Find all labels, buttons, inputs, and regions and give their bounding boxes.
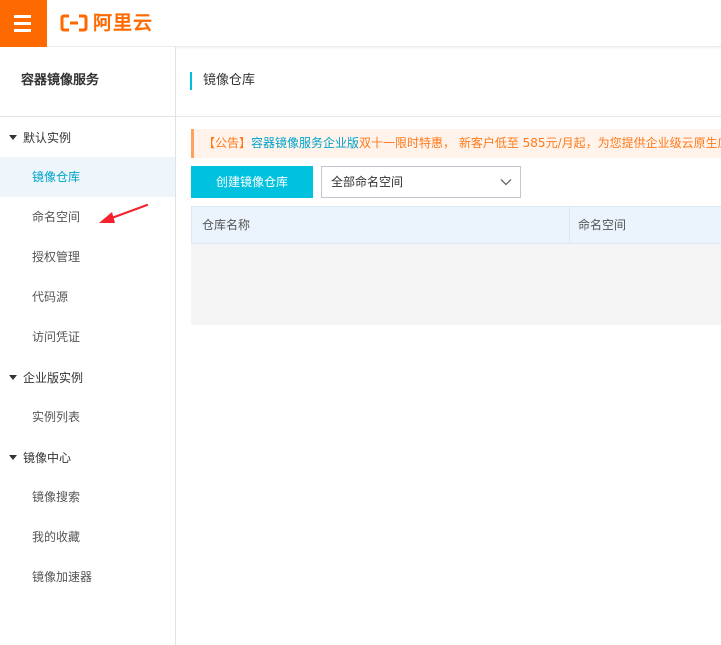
table-header: 仓库名称 命名空间 xyxy=(191,206,721,244)
hamburger-menu-button[interactable] xyxy=(0,0,47,47)
page-header: 镜像仓库 xyxy=(176,47,721,117)
aliyun-logo[interactable]: 阿里云 xyxy=(60,11,153,35)
menu-icon xyxy=(14,15,31,18)
page-title: 镜像仓库 xyxy=(203,73,256,88)
menu-icon-bar xyxy=(14,22,31,25)
notice-link[interactable]: 容器镜像服务企业版 xyxy=(251,136,359,150)
sidebar-item-authorization[interactable]: 授权管理 xyxy=(0,237,175,277)
main-content: 镜像仓库 【公告】容器镜像服务企业版双十一限时特惠， 新客户低至 585元/月起… xyxy=(176,47,721,645)
notice-prefix: 【公告】 xyxy=(203,136,252,150)
sidebar-item-repositories[interactable]: 镜像仓库 xyxy=(0,157,175,197)
column-header-namespace[interactable]: 命名空间 xyxy=(578,207,626,243)
caret-down-icon xyxy=(9,134,17,140)
caret-down-icon xyxy=(9,374,17,380)
sidebar-title: 容器镜像服务 xyxy=(0,47,175,117)
sidebar-group-label: 企业版实例 xyxy=(23,370,84,385)
sidebar-group-image-center[interactable]: 镜像中心 xyxy=(0,437,175,477)
namespace-select-value: 全部命名空间 xyxy=(331,175,404,189)
notice-text: 双十一限时特惠， 新客户低至 585元/月起，为您提供企业级云原生应用交付 xyxy=(359,136,721,150)
sidebar-item-image-search[interactable]: 镜像搜索 xyxy=(0,477,175,517)
sidebar-item-instance-list[interactable]: 实例列表 xyxy=(0,397,175,437)
sidebar: 容器镜像服务 默认实例 镜像仓库 命名空间 授权管理 代码源 访问凭证 企业版实… xyxy=(0,47,176,645)
sidebar-group-default-instance[interactable]: 默认实例 xyxy=(0,117,175,157)
sidebar-item-code-source[interactable]: 代码源 xyxy=(0,277,175,317)
sidebar-item-image-accelerator[interactable]: 镜像加速器 xyxy=(0,557,175,597)
repository-table: 仓库名称 命名空间 xyxy=(191,206,721,325)
sidebar-item-my-favorites[interactable]: 我的收藏 xyxy=(0,517,175,557)
caret-down-icon xyxy=(9,454,17,460)
annotation-arrow-icon xyxy=(99,203,149,223)
announcement-banner: 【公告】容器镜像服务企业版双十一限时特惠， 新客户低至 585元/月起，为您提供… xyxy=(191,129,721,158)
top-bar: 阿里云 xyxy=(0,0,721,47)
logo-text: 阿里云 xyxy=(93,12,154,34)
column-divider xyxy=(569,207,570,243)
chevron-down-icon xyxy=(500,179,512,186)
menu-icon-bar xyxy=(14,29,31,32)
create-repository-button[interactable]: 创建镜像仓库 xyxy=(191,166,313,198)
column-header-repo-name[interactable]: 仓库名称 xyxy=(202,207,250,243)
sidebar-group-label: 默认实例 xyxy=(23,130,72,145)
sidebar-item-access-credentials[interactable]: 访问凭证 xyxy=(0,317,175,357)
title-accent-bar xyxy=(190,72,192,90)
sidebar-group-label: 镜像中心 xyxy=(23,450,72,465)
namespace-select[interactable]: 全部命名空间 xyxy=(321,166,521,198)
aliyun-logo-icon xyxy=(60,14,88,32)
sidebar-group-enterprise-instance[interactable]: 企业版实例 xyxy=(0,357,175,397)
